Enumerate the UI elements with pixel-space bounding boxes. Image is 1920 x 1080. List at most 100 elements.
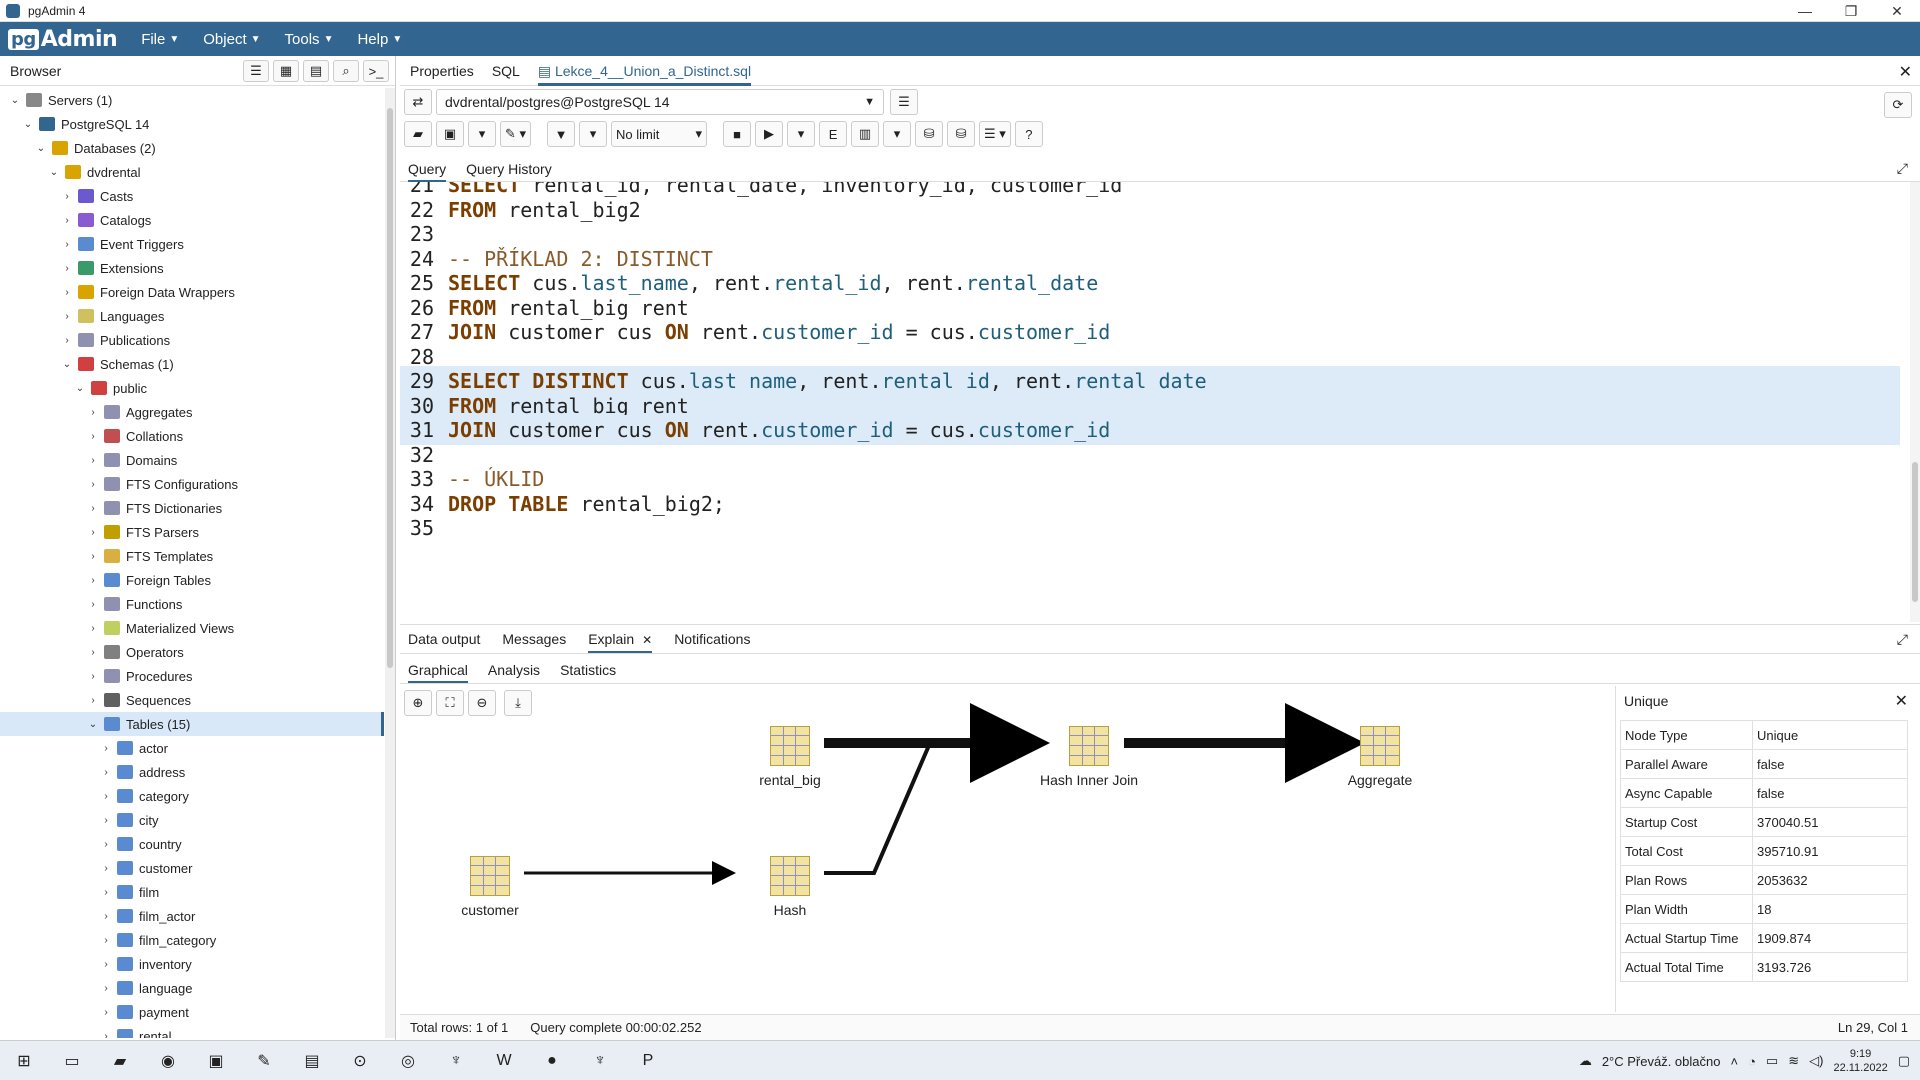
tree-item[interactable]: › Collations <box>0 424 384 448</box>
close-icon[interactable]: ✕ <box>642 633 652 647</box>
tree-item[interactable]: › film <box>0 880 384 904</box>
lock-app-icon[interactable]: ⊙ <box>342 1046 378 1076</box>
expand-icon[interactable]: ⤢ <box>1897 160 1908 177</box>
tree-item[interactable]: › category <box>0 784 384 808</box>
row-limit-select[interactable]: No limit ▾ <box>611 121 708 147</box>
tree-item[interactable]: ⌄ dvdrental <box>0 160 384 184</box>
chevron-down-icon[interactable]: ⌄ <box>8 95 22 106</box>
chevron-up-icon[interactable]: ˄ <box>1730 1054 1738 1069</box>
wifi-icon[interactable]: ≋ <box>1788 1053 1799 1069</box>
tree-item[interactable]: › Catalogs <box>0 208 384 232</box>
connection-select[interactable]: dvdrental/postgres@PostgreSQL 14 ▼ <box>436 89 884 115</box>
menu-tools[interactable]: Tools ▼ <box>285 31 334 48</box>
notifications-icon[interactable]: ▢ <box>1898 1053 1910 1069</box>
chevron-down-icon[interactable]: ⌄ <box>21 119 35 130</box>
tree-item[interactable]: ⌄ Databases (2) <box>0 136 384 160</box>
tree-item[interactable]: ⌄ Schemas (1) <box>0 352 384 376</box>
plan-node-hash[interactable]: Hash <box>740 856 840 918</box>
tree-item[interactable]: ⌄ Servers (1) <box>0 88 384 112</box>
explain-icon[interactable]: E <box>819 121 848 147</box>
tree-item[interactable]: › payment <box>0 1000 384 1024</box>
plan-node-rental-big[interactable]: rental_big <box>740 726 840 788</box>
chrome-icon[interactable]: ◉ <box>150 1046 186 1076</box>
chevron-right-icon[interactable]: › <box>86 407 100 418</box>
chevron-right-icon[interactable]: › <box>86 527 100 538</box>
clock[interactable]: 9:19 22.11.2022 <box>1833 1047 1887 1075</box>
plan-node-aggregate[interactable]: Aggregate <box>1320 726 1440 788</box>
tab-query-file[interactable]: ▤ Lekce_4__Union_a_Distinct.sql <box>537 56 752 86</box>
chevron-right-icon[interactable]: › <box>99 863 113 874</box>
stop-icon[interactable]: ■ <box>723 121 752 147</box>
tree-item[interactable]: › Procedures <box>0 664 384 688</box>
tree-item[interactable]: › Sequences <box>0 688 384 712</box>
tree-item[interactable]: › country <box>0 832 384 856</box>
chevron-right-icon[interactable]: › <box>60 263 74 274</box>
chevron-right-icon[interactable]: › <box>99 959 113 970</box>
tree-item[interactable]: › Functions <box>0 592 384 616</box>
tree-item[interactable]: › Foreign Data Wrappers <box>0 280 384 304</box>
tab-graphical[interactable]: Graphical <box>408 657 468 683</box>
sql-editor[interactable]: 21 SELECT rental_id, rental_date, invento… <box>400 182 1910 622</box>
tree-item[interactable]: › language <box>0 976 384 1000</box>
menu-object[interactable]: Object ▼ <box>203 31 260 48</box>
connection-status-icon[interactable]: ⇄ <box>404 89 432 115</box>
chevron-right-icon[interactable]: › <box>60 311 74 322</box>
chevron-down-icon[interactable]: ⌄ <box>34 143 48 154</box>
tree-item[interactable]: › actor <box>0 736 384 760</box>
macros-icon[interactable]: ☰ ▾ <box>979 121 1011 147</box>
chevron-right-icon[interactable]: › <box>86 551 100 562</box>
chevron-right-icon[interactable]: › <box>86 455 100 466</box>
volume-icon[interactable]: ◁) <box>1809 1053 1823 1069</box>
tree-item[interactable]: › customer <box>0 856 384 880</box>
tab-notifications[interactable]: Notifications <box>674 625 750 653</box>
pgadmin-active-icon[interactable]: ♆ <box>582 1046 618 1076</box>
tree-item[interactable]: › film_category <box>0 928 384 952</box>
chevron-right-icon[interactable]: › <box>86 623 100 634</box>
tree-item[interactable]: › Extensions <box>0 256 384 280</box>
chevron-right-icon[interactable]: › <box>86 647 100 658</box>
file-explorer-icon[interactable]: ▰ <box>102 1046 138 1076</box>
tree-item[interactable]: › Materialized Views <box>0 616 384 640</box>
task-view-icon[interactable]: ▭ <box>54 1046 90 1076</box>
explain-analyze-icon[interactable]: ▥ <box>851 121 880 147</box>
tab-explain[interactable]: Explain ✕ <box>588 625 653 653</box>
tree-item[interactable]: ⌄ public <box>0 376 384 400</box>
tab-messages[interactable]: Messages <box>502 625 566 653</box>
tree-item[interactable]: › film_actor <box>0 904 384 928</box>
chevron-right-icon[interactable]: › <box>99 911 113 922</box>
close-window-button[interactable]: ✕ <box>1874 0 1920 22</box>
chevron-right-icon[interactable]: › <box>60 287 74 298</box>
notes-app-icon[interactable]: ✎ <box>246 1046 282 1076</box>
save-dropdown-icon[interactable]: ▾ <box>468 121 496 147</box>
commit-icon[interactable]: ⛁ <box>915 121 944 147</box>
plan-node-hash-inner-join[interactable]: Hash Inner Join <box>1024 726 1154 788</box>
recorder-icon[interactable]: ● <box>534 1046 570 1076</box>
search-objects-icon[interactable]: ⌕ <box>333 60 359 82</box>
chevron-right-icon[interactable]: › <box>99 791 113 802</box>
chevron-right-icon[interactable]: › <box>86 575 100 586</box>
help-icon[interactable]: ? <box>1014 121 1043 147</box>
minimize-button[interactable]: — <box>1782 0 1828 22</box>
plan-node-customer[interactable]: customer <box>440 856 540 918</box>
code-line[interactable]: 35 <box>400 513 1900 543</box>
edit-icon[interactable]: ✎ ▾ <box>500 121 532 147</box>
chevron-right-icon[interactable]: › <box>86 431 100 442</box>
tree-item[interactable]: › inventory <box>0 952 384 976</box>
chevron-right-icon[interactable]: › <box>99 887 113 898</box>
rollback-icon[interactable]: ⛁ <box>947 121 976 147</box>
chevron-right-icon[interactable]: › <box>60 215 74 226</box>
filter-rows-icon[interactable]: ▤ <box>303 60 329 82</box>
tab-statistics[interactable]: Statistics <box>560 657 616 683</box>
chevron-right-icon[interactable]: › <box>86 599 100 610</box>
tree-item[interactable]: › city <box>0 808 384 832</box>
tree-item[interactable]: › Operators <box>0 640 384 664</box>
chevron-right-icon[interactable]: › <box>86 671 100 682</box>
tab-data-output[interactable]: Data output <box>408 625 480 653</box>
chevron-right-icon[interactable]: › <box>99 767 113 778</box>
close-icon[interactable]: ✕ <box>1899 62 1912 82</box>
chevron-right-icon[interactable]: › <box>99 1007 113 1018</box>
tree-item[interactable]: › FTS Dictionaries <box>0 496 384 520</box>
open-file-icon[interactable]: ▰ <box>404 121 432 147</box>
execute-dropdown-icon[interactable]: ▾ <box>787 121 816 147</box>
chevron-right-icon[interactable]: › <box>86 479 100 490</box>
